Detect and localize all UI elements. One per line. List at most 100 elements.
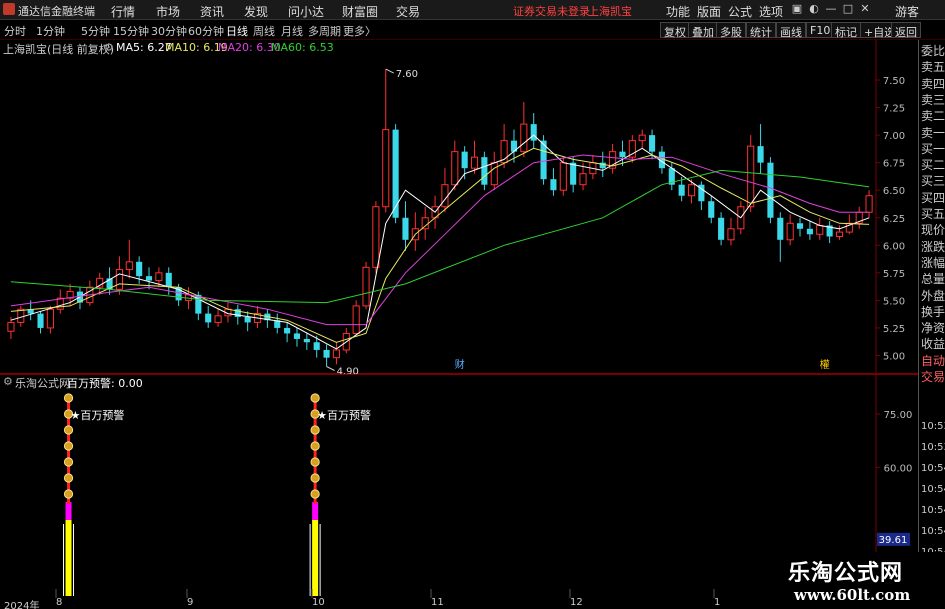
coin-icon	[310, 473, 320, 483]
candle-body-up	[155, 272, 163, 282]
candle-body-up	[421, 217, 429, 230]
broker-link[interactable]: 上海凯宝	[588, 3, 632, 19]
coin-icon	[63, 441, 74, 451]
menu-trade[interactable]: 交易	[396, 3, 420, 20]
coin-icon	[310, 393, 320, 403]
mark-button[interactable]: 标记	[831, 22, 861, 39]
period-30min[interactable]: 30分钟	[151, 23, 187, 39]
candle-body-up	[835, 231, 844, 237]
candle-body-down	[165, 272, 172, 288]
overlay-button[interactable]: 叠加	[688, 22, 718, 39]
menu-options[interactable]: 选项	[759, 3, 783, 20]
trade-time: 10:54	[921, 463, 945, 474]
candle-body-down	[481, 157, 488, 185]
candle-body-up	[490, 162, 498, 186]
candle-body-down	[136, 261, 143, 277]
side-panel-label: 总量	[921, 272, 945, 287]
candle-body-up	[470, 156, 479, 169]
period-5min[interactable]: 5分钟	[81, 23, 110, 39]
candle-body-down	[757, 146, 764, 163]
candle-body-down	[313, 342, 320, 350]
trade-login-notice[interactable]: 证券交易未登录	[513, 3, 590, 19]
theme-icon[interactable]: ◐	[806, 2, 822, 17]
close-icon[interactable]: ✕	[857, 2, 873, 17]
period-60min[interactable]: 60分钟	[188, 23, 224, 39]
multi-stock-button[interactable]: 多股	[716, 22, 746, 39]
side-panel-label[interactable]: 交易	[921, 368, 945, 385]
menu-functions[interactable]: 功能	[666, 3, 690, 20]
menu-market[interactable]: 市场	[156, 3, 180, 20]
minimize-icon[interactable]: —	[823, 2, 839, 17]
period-daily[interactable]: 日线	[226, 23, 248, 39]
app-logo-icon	[3, 3, 15, 15]
candle-body-down	[777, 217, 784, 240]
finance-marker: 财	[455, 358, 465, 371]
signal-bar-yellow	[312, 519, 319, 596]
candle-body-down	[708, 201, 715, 218]
menu-news[interactable]: 资讯	[200, 3, 224, 20]
candle-body-down	[323, 349, 330, 358]
indicator-tick-label: 75.00	[884, 410, 913, 421]
candle-body-down	[293, 333, 301, 339]
kline-chart[interactable]: 7.50 7.25 7.00 6.75 6.50 6.25 6.00 5.75 5.50 5.25…	[0, 40, 918, 374]
period-weekly[interactable]: 周线	[253, 23, 275, 39]
menu-discover[interactable]: 发现	[244, 3, 268, 20]
indicator-gear-icon[interactable]: ⚙	[3, 375, 13, 388]
side-panel-label: 卖二	[921, 109, 945, 124]
back-button[interactable]: 返回	[891, 22, 921, 39]
menu-formula[interactable]: 公式	[728, 3, 752, 20]
menu-layout[interactable]: 版面	[697, 3, 721, 20]
period-monthly[interactable]: 月线	[281, 23, 303, 39]
side-panel-label: 净资	[921, 321, 945, 336]
side-panel-label: 涨跌	[921, 239, 945, 254]
menu-xiaoda[interactable]: 问小达	[288, 3, 324, 20]
maximize-icon[interactable]: □	[840, 2, 856, 17]
title-menu-bar: 通达信金融终端 行情 市场 资讯 发现 问小达 财富圈 交易 证券交易未登录 上…	[0, 0, 945, 20]
candle-body-up	[638, 134, 646, 142]
quote-side-panel: 委比 卖五 卖四 卖三 卖二 卖一 买一 买二 买三 买四 买五 现价 涨跌 涨幅 总量 外盘 换手 净资 收益 自动…	[918, 40, 945, 600]
candle-body-down	[796, 223, 804, 229]
skin-icon[interactable]: ▣	[789, 2, 805, 17]
candle-body-down	[718, 217, 725, 240]
candle-body-up	[7, 321, 15, 332]
draw-line-button[interactable]: 画线	[776, 22, 806, 39]
candle-body-down	[619, 151, 626, 158]
settings-gear-icon[interactable]: ⚙	[104, 41, 114, 54]
trade-time: 10:54	[921, 505, 945, 516]
price-tick-label: 5.75	[883, 269, 905, 280]
trade-time: 10:53	[921, 442, 945, 453]
candle-body-up	[520, 123, 528, 153]
candle-body-up	[687, 184, 696, 197]
candle-body-up	[747, 145, 755, 208]
period-1min[interactable]: 1分钟	[36, 23, 65, 39]
period-timeshare[interactable]: 分时	[4, 23, 26, 39]
candle-body-up	[727, 228, 735, 241]
candle-body-up	[125, 261, 133, 271]
watermark-title: 乐淘公式网	[788, 561, 904, 586]
price-tick-label: 5.00	[883, 351, 905, 362]
coin-icon	[63, 489, 74, 499]
trade-time: 10:54	[921, 484, 945, 495]
side-panel-label: 现价	[921, 223, 945, 238]
candle-body-down	[284, 327, 291, 334]
indicator-name: 乐淘公式网	[15, 377, 70, 390]
price-tick-label: 7.00	[883, 131, 905, 142]
menu-wealth-circle[interactable]: 财富圈	[342, 3, 378, 20]
period-15min[interactable]: 15分钟	[113, 23, 149, 39]
candle-body-up	[332, 349, 340, 359]
menu-quotes[interactable]: 行情	[111, 3, 135, 20]
side-panel-label: 卖一	[921, 125, 945, 140]
date-label: 11	[431, 597, 444, 608]
candle-body-down	[530, 124, 537, 141]
period-multi[interactable]: 多周期	[308, 23, 341, 39]
ma60-label: MA60: 6.53	[271, 41, 334, 54]
candle-body-down	[244, 316, 251, 323]
adjust-button[interactable]: 复权	[660, 22, 690, 39]
period-more[interactable]: 更多〉	[343, 23, 376, 39]
coin-icon	[310, 489, 320, 499]
guest-login[interactable]: 游客	[895, 3, 919, 20]
side-panel-label: 买五	[921, 207, 945, 221]
side-panel-label[interactable]: 自动	[921, 352, 945, 369]
high-pointer	[385, 68, 394, 74]
statistics-button[interactable]: 统计	[746, 22, 776, 39]
